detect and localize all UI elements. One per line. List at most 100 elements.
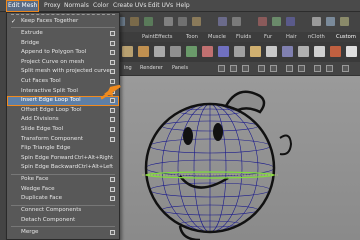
menu-item-spin-edge-forward[interactable]: Spin Edge Forward Ctrl+Alt+Right — [7, 154, 119, 164]
toolbar-icon[interactable] — [232, 17, 241, 26]
tab-fur[interactable]: Fur — [264, 32, 272, 42]
toolbar-icon[interactable] — [178, 17, 187, 26]
viewport-menu-shading[interactable]: ing — [124, 63, 132, 73]
view-tool-icon[interactable] — [286, 65, 293, 72]
option-box-icon[interactable] — [110, 186, 115, 192]
menu-item-duplicate-face[interactable]: Duplicate Face — [7, 194, 119, 204]
option-box-icon[interactable] — [110, 69, 115, 75]
menu-item-extrude[interactable]: Extrude — [7, 29, 119, 39]
shelf-tool-icon[interactable] — [202, 46, 213, 57]
menu-item-flip-triangle-edge[interactable]: Flip Triangle Edge — [7, 144, 119, 154]
view-tool-icon[interactable] — [298, 65, 305, 72]
shortcut-label: Ctrl+Alt+Left — [78, 164, 113, 171]
tab-toon[interactable]: Toon — [186, 32, 198, 42]
menu-normals[interactable]: Normals — [64, 0, 89, 12]
shelf-tool-icon[interactable] — [266, 46, 277, 57]
menu-help[interactable]: Help — [176, 0, 190, 12]
menu-item-slide-edge[interactable]: Slide Edge Tool — [7, 125, 119, 135]
shelf-tool-icon[interactable] — [186, 46, 197, 57]
menu-edit-uvs[interactable]: Edit UVs — [148, 0, 173, 12]
menu-item-add-divisions[interactable]: Add Divisions — [7, 115, 119, 125]
toolbar-icon[interactable] — [164, 17, 173, 26]
menu-proxy[interactable]: Proxy — [44, 0, 60, 12]
tab-ncloth[interactable]: nCloth — [308, 32, 325, 42]
menu-item-append-polygon[interactable]: Append to Polygon Tool — [7, 48, 119, 58]
viewport-menu-renderer[interactable]: Renderer — [140, 63, 163, 73]
view-tool-icon[interactable] — [314, 65, 321, 72]
menu-create-uvs[interactable]: Create UVs — [113, 0, 146, 12]
right-eye — [213, 123, 223, 141]
shelf-tool-icon[interactable] — [298, 46, 309, 57]
option-box-icon[interactable] — [110, 107, 115, 113]
option-box-icon[interactable] — [110, 136, 115, 142]
menu-item-wedge-face[interactable]: Wedge Face — [7, 185, 119, 195]
orange-arrow-icon — [100, 84, 121, 100]
shelf-tool-icon[interactable] — [218, 46, 229, 57]
toolbar-icon[interactable] — [312, 17, 321, 26]
view-tool-icon[interactable] — [258, 65, 265, 72]
menu-item-detach-component[interactable]: Detach Component — [7, 216, 119, 226]
option-box-icon[interactable] — [110, 196, 115, 202]
shelf-icons — [108, 42, 360, 62]
shelf-tool-icon[interactable] — [170, 46, 181, 57]
menu-item-connect-components[interactable]: Connect Components — [7, 206, 119, 216]
menu-edit-mesh[interactable]: Edit Mesh — [6, 0, 40, 12]
checkmark-icon: ✓ — [11, 18, 17, 25]
toolbar-icon[interactable] — [326, 17, 335, 26]
shelf-tool-icon[interactable] — [250, 46, 261, 57]
shelf-tabs: PaintEffects Toon Muscle Fluids Fur Hair… — [108, 32, 360, 42]
menu-item-bridge[interactable]: Bridge — [7, 39, 119, 49]
ear-shape — [279, 134, 293, 156]
option-box-icon[interactable] — [110, 127, 115, 132]
viewport-menu-panels[interactable]: Panels — [172, 63, 188, 73]
shelf-tool-icon[interactable] — [138, 46, 149, 57]
shelf-tool-icon[interactable] — [154, 46, 165, 57]
tab-painteffects[interactable]: PaintEffects — [142, 32, 172, 42]
option-box-icon[interactable] — [110, 177, 115, 182]
edit-mesh-dropdown: ✓ Keep Faces Together Extrude Bridge App… — [6, 12, 120, 240]
toolbar-icon[interactable] — [218, 17, 227, 26]
option-box-icon[interactable] — [110, 31, 115, 36]
toolbar-icon[interactable] — [192, 17, 201, 26]
menu-item-spin-edge-backward[interactable]: Spin Edge Backward Ctrl+Alt+Left — [7, 163, 119, 173]
option-box-icon[interactable] — [110, 59, 115, 65]
option-box-icon[interactable] — [110, 50, 115, 56]
option-box-icon[interactable] — [110, 40, 115, 46]
3d-viewport[interactable] — [108, 76, 360, 240]
shelf-tool-icon[interactable] — [330, 46, 341, 57]
view-tool-icon[interactable] — [342, 65, 349, 72]
option-box-icon[interactable] — [110, 230, 115, 235]
tab-fluids[interactable]: Fluids — [236, 32, 251, 42]
view-tool-icon[interactable] — [270, 65, 277, 72]
toolbar-icon[interactable] — [144, 17, 153, 26]
view-tool-icon[interactable] — [326, 65, 333, 72]
view-tool-icon[interactable] — [218, 65, 225, 72]
shelf-tool-icon[interactable] — [122, 46, 133, 57]
menu-item-merge[interactable]: Merge — [7, 228, 119, 238]
toolbar-icon[interactable] — [130, 17, 139, 26]
tab-custom[interactable]: Custom — [336, 32, 356, 42]
keep-faces-together-option[interactable]: ✓ Keep Faces Together — [7, 17, 119, 27]
shelf-tool-icon[interactable] — [234, 46, 245, 57]
menu-item-offset-edge-loop[interactable]: Offset Edge Loop Tool — [7, 106, 119, 116]
view-tool-icon[interactable] — [230, 65, 237, 72]
tab-hair[interactable]: Hair — [286, 32, 297, 42]
toolbar-icon[interactable] — [340, 17, 349, 26]
menu-divider — [11, 226, 115, 227]
shelf-tool-icon[interactable] — [314, 46, 325, 57]
menu-item-transform-component[interactable]: Transform Component — [7, 135, 119, 145]
toolbar-icon[interactable] — [286, 17, 295, 26]
menu-item-split-mesh-curve[interactable]: Split mesh with projected curve — [7, 67, 119, 77]
shelf-tool-icon[interactable] — [346, 46, 357, 57]
toolbar-icon[interactable] — [272, 17, 281, 26]
shelf-tool-icon[interactable] — [282, 46, 293, 57]
toolbar-icon[interactable] — [258, 17, 267, 26]
menu-item-project-curve[interactable]: Project Curve on mesh — [7, 58, 119, 68]
shortcut-label: Ctrl+Alt+Right — [74, 154, 113, 161]
menu-color[interactable]: Color — [93, 0, 109, 12]
menu-item-poke-face[interactable]: Poke Face — [7, 175, 119, 185]
left-eye — [183, 127, 193, 145]
tab-muscle[interactable]: Muscle — [208, 32, 226, 42]
option-box-icon[interactable] — [110, 117, 115, 123]
view-tool-icon[interactable] — [242, 65, 249, 72]
